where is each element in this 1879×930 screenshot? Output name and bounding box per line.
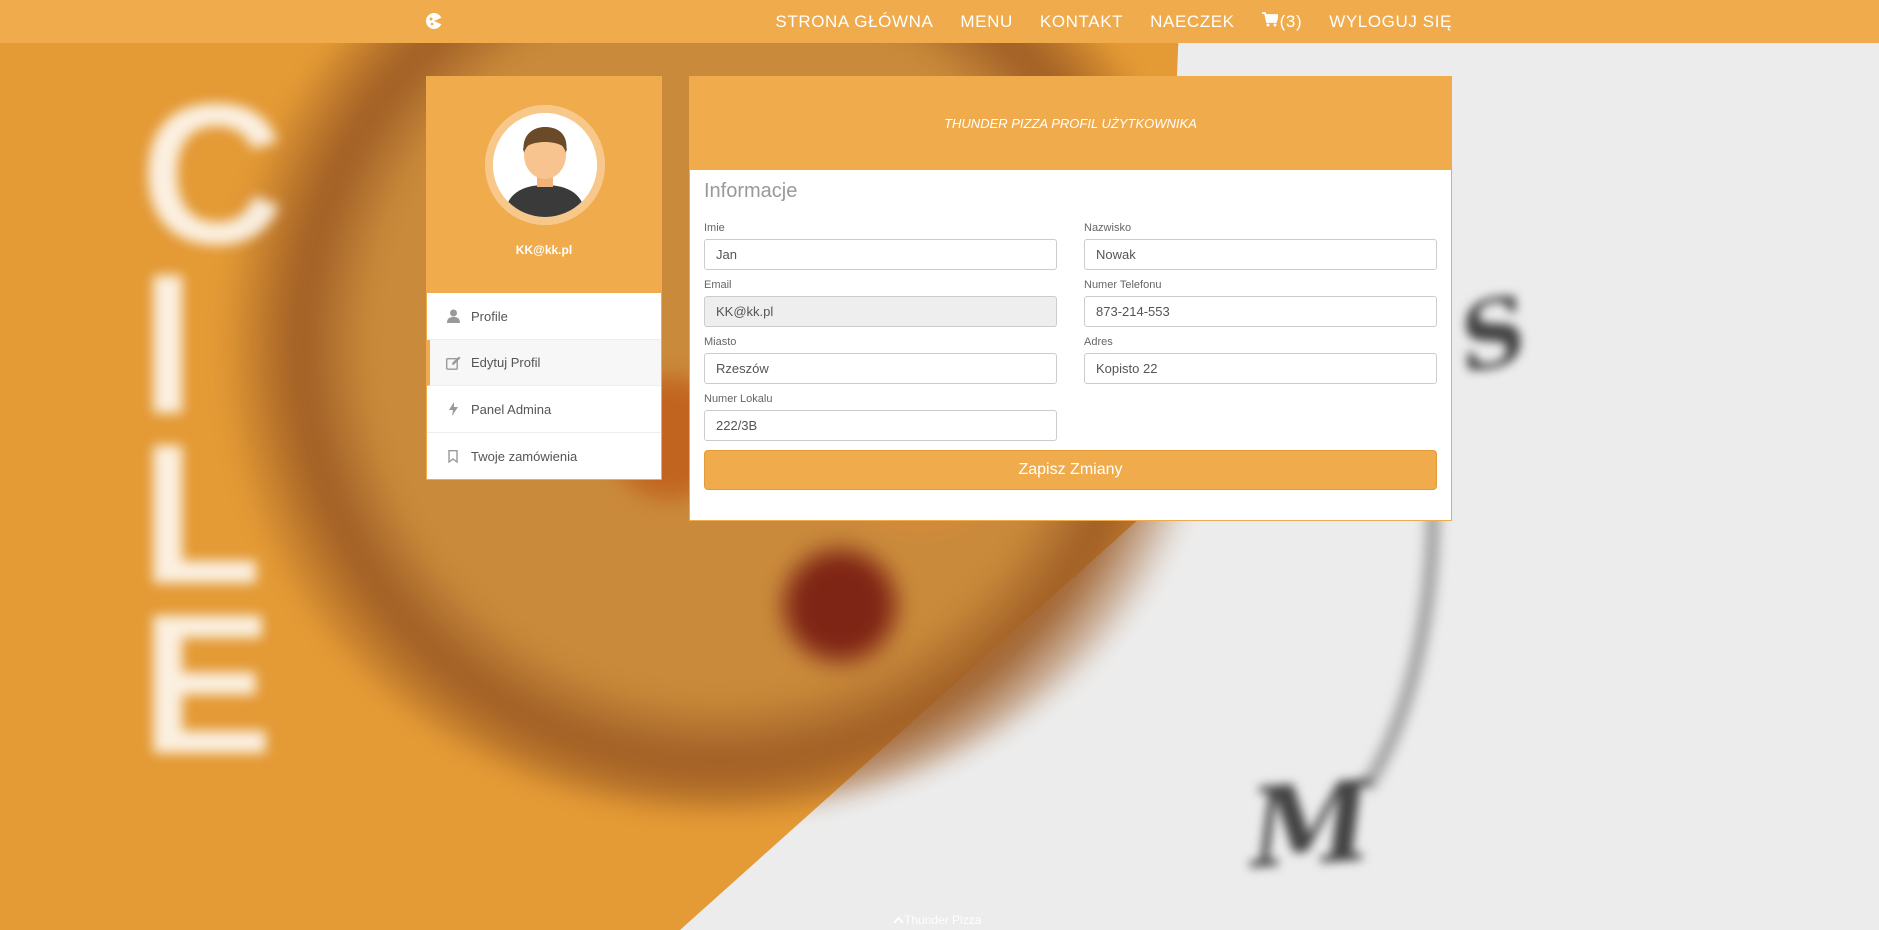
field-first-name: Imie Jan: [704, 222, 1057, 270]
nav-link-menu-label: MENU: [960, 11, 1013, 31]
nav-link-naeczek[interactable]: NAECZEK: [1150, 12, 1235, 32]
nav-link-contact-label: KONTAKT: [1039, 11, 1124, 31]
first-name-label: Imie: [704, 222, 725, 234]
email-input: KK@kk.pl: [704, 296, 1057, 327]
profile-header: KK@kk.pl: [427, 77, 661, 293]
sidebar-item-label: Profile: [471, 308, 508, 324]
profile-form-card: THUNDER PIZZA PROFIL UŻYTKOWNIKA Informa…: [689, 76, 1452, 521]
nav-link-menu[interactable]: MENU: [960, 12, 1012, 32]
section-title: Informacje: [704, 180, 798, 202]
form-header-title: THUNDER PIZZA PROFIL UŻYTKOWNIKA: [944, 116, 1197, 131]
address-label: Adres: [1084, 336, 1113, 348]
avatar-image: [493, 113, 597, 217]
city-input[interactable]: Rzeszów: [704, 353, 1057, 384]
nav-link-logout[interactable]: WYLOGUJ SIĘ: [1329, 12, 1452, 32]
nav-link-home-label: STRONA GŁÓWNA: [775, 11, 934, 31]
field-phone: Numer Telefonu 873-214-553: [1084, 279, 1437, 327]
profile-sidebar: KK@kk.pl Profile Edytuj Profil Panel Adm…: [426, 76, 662, 480]
first-name-input[interactable]: Jan: [704, 239, 1057, 270]
nav-link-contact[interactable]: KONTAKT: [1040, 12, 1123, 32]
sidebar-item-admin-panel[interactable]: Panel Admina: [427, 386, 661, 433]
sidebar-item-profile[interactable]: Profile: [427, 293, 661, 340]
city-label: Miasto: [704, 336, 737, 348]
last-name-label: Nazwisko: [1084, 222, 1132, 234]
apartment-label: Numer Lokalu: [704, 393, 773, 405]
cart-icon: [1261, 11, 1280, 32]
sidebar-item-label: Edytuj Profil: [471, 355, 541, 370]
apartment-input[interactable]: 222/3B: [704, 410, 1057, 441]
nav-link-home[interactable]: STRONA GŁÓWNA: [775, 12, 933, 32]
sidebar-item-orders[interactable]: Twoje zamówienia: [427, 433, 661, 480]
background-script-top: S: [1449, 274, 1537, 394]
phone-label: Numer Telefonu: [1084, 279, 1162, 291]
bookmark-icon: [445, 449, 461, 465]
save-button[interactable]: Zapisz Zmiany: [704, 450, 1437, 490]
field-last-name: Nazwisko Nowak: [1084, 222, 1437, 270]
sidebar-item-label: Panel Admina: [471, 401, 552, 417]
phone-input[interactable]: 873-214-553: [1084, 296, 1437, 327]
nav-link-logout-label: WYLOGUJ SIĘ: [1329, 11, 1452, 31]
form-header: THUNDER PIZZA PROFIL UŻYTKOWNIKA: [690, 77, 1451, 170]
form-grid: Imie Jan Nazwisko Nowak Email KK@kk.pl N…: [704, 222, 1437, 441]
chevron-up-icon: [893, 913, 904, 927]
avatar: [485, 105, 605, 225]
background-script-bottom: M: [1245, 755, 1377, 894]
user-icon: [445, 308, 461, 324]
sidebar-item-edit-profile[interactable]: Edytuj Profil: [427, 340, 661, 386]
nav-links: STRONA GŁÓWNA MENU KONTAKT NAECZEK (3) W…: [748, 0, 1452, 43]
bolt-icon: [445, 401, 461, 417]
footer-text: Thunder Pizza: [904, 913, 982, 927]
background-letters: CILE: [140, 63, 285, 796]
field-apartment: Numer Lokalu 222/3B: [704, 393, 1057, 441]
last-name-input[interactable]: Nowak: [1084, 239, 1437, 270]
profile-menu: Profile Edytuj Profil Panel Admina Twoje…: [427, 293, 661, 480]
nav-link-naeczek-label: NAECZEK: [1150, 11, 1235, 31]
footer-link[interactable]: Thunder Pizza: [893, 913, 981, 927]
email-label: Email: [704, 279, 732, 291]
sidebar-item-label: Twoje zamówienia: [471, 449, 578, 464]
profile-email: KK@kk.pl: [515, 243, 573, 257]
address-input[interactable]: Kopisto 22: [1084, 353, 1437, 384]
field-email: Email KK@kk.pl: [704, 279, 1057, 327]
cart-count: (3): [1279, 11, 1303, 31]
pizza-logo-icon[interactable]: [424, 11, 444, 31]
field-city: Miasto Rzeszów: [704, 336, 1057, 384]
edit-icon: [445, 355, 461, 371]
form-body: Informacje Imie Jan Nazwisko Nowak Email…: [690, 170, 1451, 490]
top-navbar: STRONA GŁÓWNA MENU KONTAKT NAECZEK (3) W…: [0, 0, 1879, 43]
nav-link-cart[interactable]: (3): [1261, 11, 1303, 32]
field-address: Adres Kopisto 22: [1084, 336, 1437, 384]
